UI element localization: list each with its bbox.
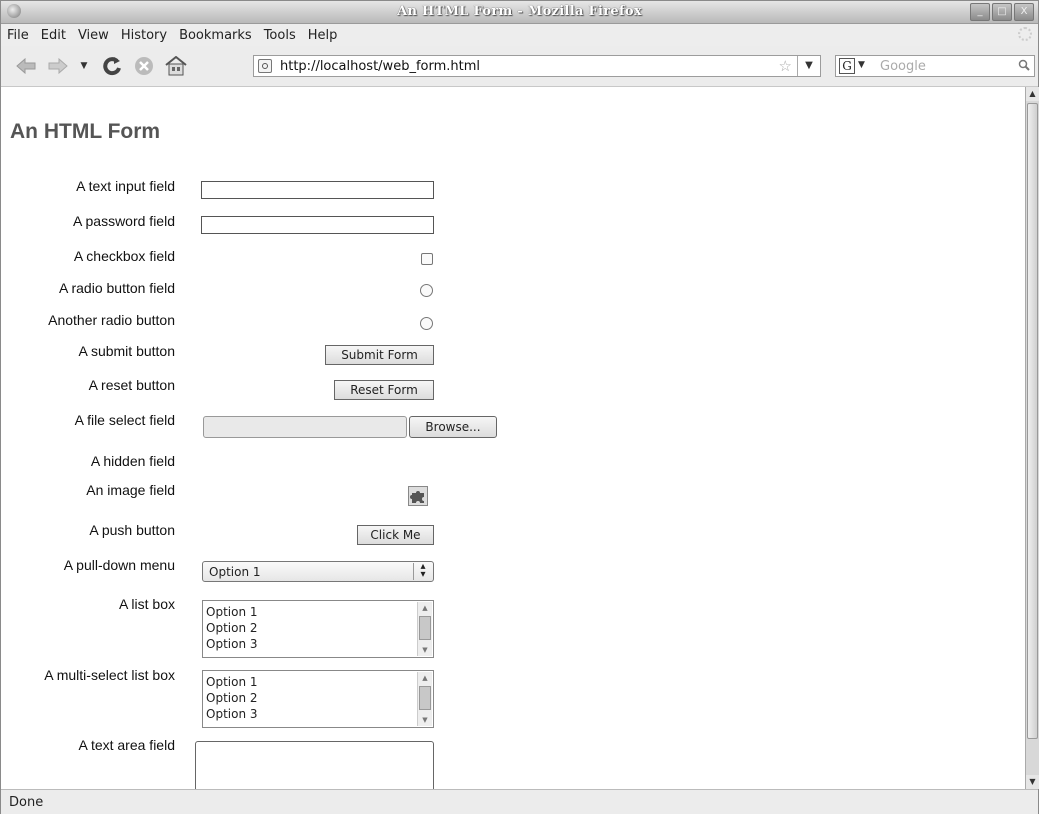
window-title: An HTML Form - Mozilla Firefox (397, 4, 642, 19)
stop-icon[interactable] (133, 55, 155, 77)
label-hidden: A hidden field (90, 453, 175, 469)
scroll-down-icon[interactable]: ▼ (1026, 775, 1039, 789)
menu-file[interactable]: File (1, 28, 35, 43)
status-bar: Done (1, 789, 1038, 814)
search-bar[interactable]: G ▼ Google (835, 55, 1035, 77)
home-icon[interactable] (165, 55, 187, 77)
menu-tools[interactable]: Tools (258, 28, 302, 43)
multi-list-scrollbar[interactable]: ▲ ▼ (417, 672, 432, 726)
title-bar: An HTML Form - Mozilla Firefox _ □ X (1, 1, 1038, 24)
browser-window: An HTML Form - Mozilla Firefox _ □ X Fil… (0, 0, 1039, 814)
label-multilist: A multi-select list box (44, 667, 175, 683)
multi-list-option-1[interactable]: Option 1 (206, 675, 258, 689)
radio-button-2[interactable] (420, 317, 433, 330)
label-password: A password field (73, 213, 175, 229)
label-listbox: A list box (118, 596, 175, 612)
menu-history[interactable]: History (115, 28, 173, 43)
multi-list-option-3[interactable]: Option 3 (206, 707, 258, 721)
search-engine-icon[interactable]: G (839, 58, 855, 74)
search-icon[interactable] (1018, 59, 1030, 71)
file-path-field[interactable] (203, 416, 407, 438)
list-box-option-3[interactable]: Option 3 (206, 637, 258, 651)
text-input-field[interactable] (201, 181, 434, 199)
label-text-input: A text input field (76, 178, 175, 194)
url-text[interactable]: http://localhost/web_form.html (280, 59, 480, 74)
page-scrollbar[interactable]: ▲ ▼ (1025, 87, 1039, 789)
status-text: Done (9, 795, 44, 810)
scroll-up-icon[interactable]: ▲ (418, 602, 432, 614)
minimize-button[interactable]: _ (970, 3, 990, 21)
label-file: A file select field (74, 412, 175, 428)
url-dropdown-icon[interactable]: ▼ (797, 56, 820, 76)
puzzle-icon (410, 491, 424, 503)
label-pulldown: A pull-down menu (63, 557, 175, 573)
list-box-scrollbar[interactable]: ▲ ▼ (417, 602, 432, 656)
list-box-scroll-thumb[interactable] (419, 616, 431, 640)
label-push: A push button (89, 522, 175, 538)
text-area-field[interactable] (195, 741, 434, 789)
scroll-up-icon[interactable]: ▲ (418, 672, 432, 684)
radio-button-1[interactable] (420, 284, 433, 297)
navigation-toolbar: ▼ http://localhost/web_form.html ☆ ▼ G ▼… (1, 46, 1038, 87)
window-controls: _ □ X (970, 3, 1034, 21)
list-box-option-1[interactable]: Option 1 (206, 605, 258, 619)
back-icon[interactable] (15, 55, 37, 77)
forward-icon[interactable] (47, 55, 69, 77)
page-title: An HTML Form (10, 120, 161, 143)
menu-view[interactable]: View (72, 28, 115, 43)
scroll-down-icon[interactable]: ▼ (418, 644, 432, 656)
history-dropdown-icon[interactable]: ▼ (73, 55, 95, 77)
multi-list-scroll-thumb[interactable] (419, 686, 431, 710)
maximize-button[interactable]: □ (992, 3, 1012, 21)
search-input[interactable]: Google (880, 59, 926, 74)
reset-button[interactable]: Reset Form (334, 380, 434, 400)
search-engine-dropdown-icon[interactable]: ▼ (858, 60, 865, 70)
label-radio-2: Another radio button (48, 312, 175, 328)
site-identity-icon[interactable] (258, 59, 272, 73)
multi-select-list-box[interactable]: Option 1 Option 2 Option 3 ▲ ▼ (202, 670, 434, 728)
label-image: An image field (86, 482, 175, 498)
label-textarea: A text area field (78, 737, 175, 753)
menu-bar: File Edit View History Bookmarks Tools H… (1, 24, 1038, 46)
url-bar[interactable]: http://localhost/web_form.html ☆ ▼ (253, 55, 821, 77)
password-field[interactable] (201, 216, 434, 234)
page-content: An HTML Form A text input field A passwo… (1, 87, 1025, 789)
menu-help[interactable]: Help (302, 28, 344, 43)
checkbox-field[interactable] (421, 253, 433, 265)
updown-arrows-icon: ▴ ▾ (413, 562, 432, 580)
scroll-down-icon[interactable]: ▼ (418, 714, 432, 726)
submit-button[interactable]: Submit Form (325, 345, 434, 365)
label-submit: A submit button (78, 343, 175, 359)
label-checkbox: A checkbox field (73, 248, 175, 264)
browse-button[interactable]: Browse... (409, 416, 497, 438)
list-box-option-2[interactable]: Option 2 (206, 621, 258, 635)
click-me-button[interactable]: Click Me (357, 525, 434, 545)
scroll-up-icon[interactable]: ▲ (1026, 87, 1039, 101)
pulldown-select[interactable]: Option 1 ▴ ▾ (202, 561, 434, 582)
page-scroll-thumb[interactable] (1027, 103, 1038, 739)
image-submit-button[interactable] (408, 486, 428, 506)
reload-icon[interactable] (101, 55, 123, 77)
throbber-icon (1018, 27, 1032, 41)
close-button[interactable]: X (1014, 3, 1034, 21)
bookmark-star-icon[interactable]: ☆ (779, 57, 792, 75)
label-reset: A reset button (88, 377, 175, 393)
pulldown-selected-value: Option 1 (209, 565, 261, 579)
list-box[interactable]: Option 1 Option 2 Option 3 ▲ ▼ (202, 600, 434, 658)
menu-bookmarks[interactable]: Bookmarks (173, 28, 258, 43)
menu-edit[interactable]: Edit (35, 28, 72, 43)
label-radio: A radio button field (59, 280, 175, 296)
multi-list-option-2[interactable]: Option 2 (206, 691, 258, 705)
